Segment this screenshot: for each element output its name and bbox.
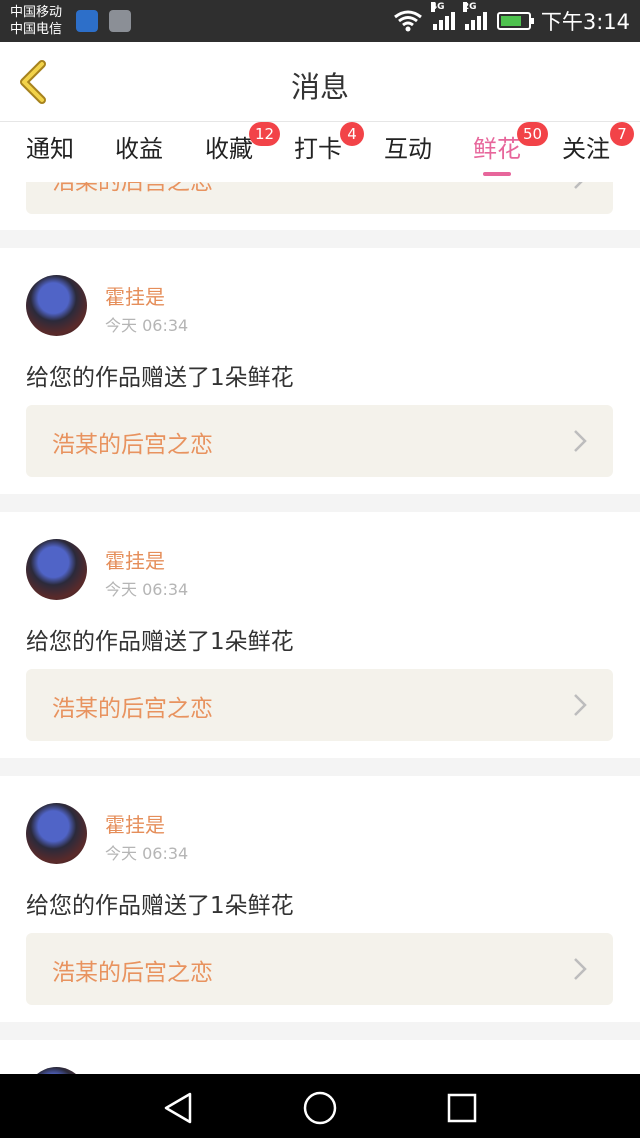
nav-recents-icon[interactable] xyxy=(442,1088,482,1128)
unread-badge: 50 xyxy=(517,122,549,146)
app-notification-icon xyxy=(76,10,98,32)
message-card: 霍挂是 今天 06:34 给您的作品赠送了1朵鲜花 浩某的后宫之恋 xyxy=(0,512,640,758)
tab-bar: 通知 收益 收藏 12 打卡 4 互动 鲜花 50 关注 7 xyxy=(0,122,640,182)
avatar[interactable] xyxy=(26,1067,87,1074)
work-link[interactable]: 浩某的后宫之恋 xyxy=(26,182,613,214)
tab-interaction[interactable]: 互动 xyxy=(384,132,432,176)
work-title: 浩某的后宫之恋 xyxy=(52,432,213,458)
top-bar: 消息 xyxy=(0,42,640,122)
tab-follow[interactable]: 关注 7 xyxy=(562,122,634,176)
image-notification-icon xyxy=(109,10,131,32)
message-card: 霍挂是 今天 06:34 给您的作品赠送了1朵鲜花 浩某的后宫之恋 xyxy=(0,248,640,494)
status-bar: 中国移动 中国电信 4G 2G 下午3:14 xyxy=(0,0,640,42)
carrier-1: 中国移动 xyxy=(10,5,63,20)
tab-favorites[interactable]: 收藏 12 xyxy=(205,122,281,176)
work-link[interactable]: 浩某的后宫之恋 xyxy=(26,405,613,477)
clock: 下午3:14 xyxy=(540,10,630,34)
message-card: 霍挂是 今天 06:34 给您的作品赠送了1朵鲜花 浩某的后宫之恋 xyxy=(0,776,640,1022)
tab-checkin[interactable]: 打卡 4 xyxy=(294,122,364,176)
work-title: 浩某的后宫之恋 xyxy=(52,182,213,195)
tab-earnings[interactable]: 收益 xyxy=(115,132,163,176)
active-tab-indicator xyxy=(483,172,511,176)
tab-notice[interactable]: 通知 xyxy=(26,132,74,176)
work-link[interactable]: 浩某的后宫之恋 xyxy=(26,933,613,1005)
carrier-2: 中国电信 xyxy=(10,22,63,37)
carrier-info: 中国移动 中国电信 xyxy=(10,4,62,38)
message-list[interactable]: 浩某的后宫之恋 霍挂是 今天 06:34 给您的作品赠送了1朵鲜花 浩某的后宫之… xyxy=(0,182,640,1074)
battery-icon xyxy=(496,12,534,30)
work-title: 浩某的后宫之恋 xyxy=(52,696,213,722)
net-1-label: 4G xyxy=(430,2,445,12)
tab-label: 关注 xyxy=(562,135,610,163)
avatar[interactable] xyxy=(26,803,87,864)
chevron-right-icon xyxy=(574,958,587,980)
tab-label: 打卡 xyxy=(294,135,342,163)
chevron-right-icon xyxy=(574,694,587,716)
wifi-icon xyxy=(393,10,422,32)
unread-badge: 4 xyxy=(340,122,364,146)
unread-badge: 7 xyxy=(610,122,634,146)
system-nav-bar xyxy=(0,1074,640,1138)
message-time: 今天 06:34 xyxy=(105,580,189,599)
nav-back-icon[interactable] xyxy=(158,1088,198,1128)
message-text: 给您的作品赠送了1朵鲜花 xyxy=(26,365,294,391)
signal-2g-icon: 2G xyxy=(462,2,487,30)
sender-name[interactable]: 霍挂是 xyxy=(105,281,165,310)
message-time: 今天 06:34 xyxy=(105,844,189,863)
message-card: 浩某的后宫之恋 xyxy=(0,182,640,230)
avatar[interactable] xyxy=(26,539,87,600)
chevron-right-icon xyxy=(574,430,587,452)
sender-name[interactable]: 霍挂是 xyxy=(105,809,165,838)
chevron-right-icon xyxy=(574,182,583,189)
work-title: 浩某的后宫之恋 xyxy=(52,960,213,986)
net-2-label: 2G xyxy=(462,2,477,12)
tab-label: 互动 xyxy=(384,135,432,163)
tab-label: 通知 xyxy=(26,135,74,163)
tab-label: 收藏 xyxy=(205,135,253,163)
page-title: 消息 xyxy=(290,70,349,104)
tab-label: 鲜花 xyxy=(473,135,521,163)
message-card xyxy=(0,1040,640,1074)
sender-name[interactable]: 霍挂是 xyxy=(105,545,165,574)
message-time: 今天 06:34 xyxy=(105,316,189,335)
signal-4g-icon: 4G xyxy=(430,2,455,30)
avatar[interactable] xyxy=(26,275,87,336)
tab-flowers[interactable]: 鲜花 50 xyxy=(473,122,549,176)
message-text: 给您的作品赠送了1朵鲜花 xyxy=(26,629,294,655)
tab-label: 收益 xyxy=(115,135,163,163)
work-link[interactable]: 浩某的后宫之恋 xyxy=(26,669,613,741)
unread-badge: 12 xyxy=(249,122,281,146)
message-text: 给您的作品赠送了1朵鲜花 xyxy=(26,893,294,919)
nav-home-icon[interactable] xyxy=(300,1088,340,1128)
